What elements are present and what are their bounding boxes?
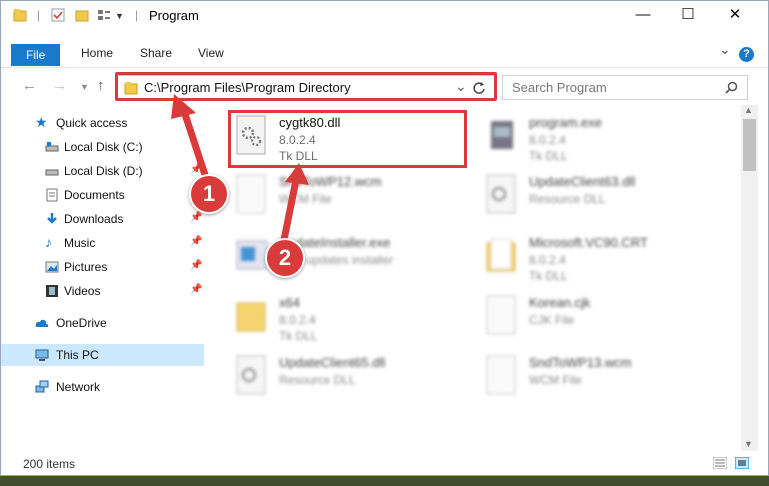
arrow-2 [280,176,300,244]
callout-1: 1 [189,174,229,214]
annotation-arrows [171,94,309,244]
arrow-1-head [171,94,196,119]
callout-2: 2 [265,238,305,278]
arrow-1 [179,104,210,182]
arrow-2-head [285,163,309,185]
